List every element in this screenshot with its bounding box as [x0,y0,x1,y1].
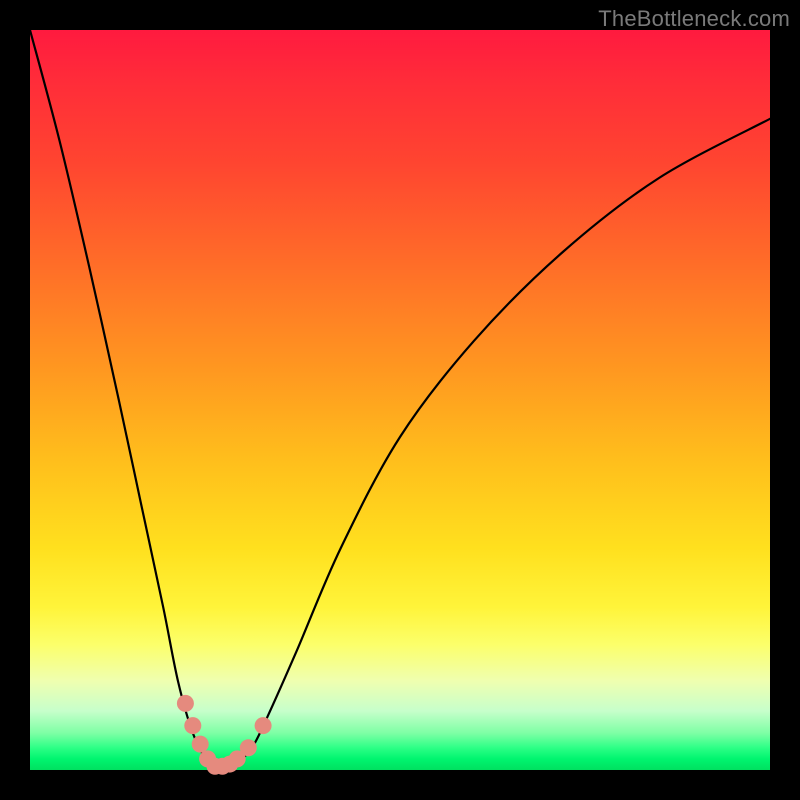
curve-svg [30,30,770,770]
credit-label: TheBottleneck.com [598,6,790,32]
bottleneck-curve [30,30,770,771]
curve-markers [177,695,272,775]
marker-dot [255,717,272,734]
plot-area [30,30,770,770]
marker-dot [177,695,194,712]
marker-dot [240,739,257,756]
chart-frame: TheBottleneck.com [0,0,800,800]
marker-dot [192,736,209,753]
marker-dot [184,717,201,734]
